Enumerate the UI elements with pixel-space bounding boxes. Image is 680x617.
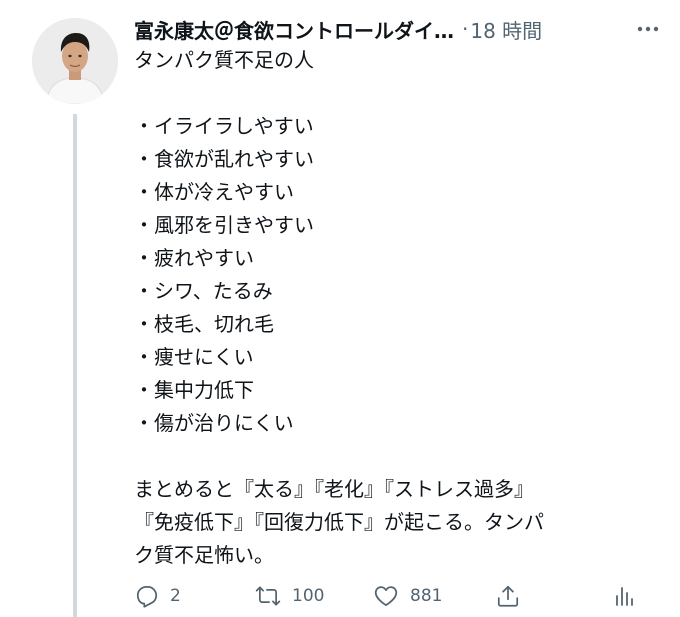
- symptom-item: ・集中力低下: [134, 378, 254, 402]
- retweet-icon: [255, 586, 281, 606]
- summary-line: ク質不足怖い。: [134, 543, 274, 567]
- share-button[interactable]: [495, 578, 521, 614]
- reply-button[interactable]: 2: [134, 578, 181, 614]
- symptom-item: ・痩せにくい: [134, 345, 254, 369]
- avatar-photo: [32, 18, 118, 104]
- symptom-item: ・枝毛、切れ毛: [134, 312, 274, 336]
- analytics-button[interactable]: [612, 578, 636, 614]
- retweet-button[interactable]: 100: [254, 578, 324, 614]
- reply-icon: [136, 586, 158, 608]
- symptom-item: ・イライラしやすい: [134, 114, 314, 138]
- heart-icon: [374, 586, 398, 607]
- tweet-timestamp[interactable]: 18 時間: [470, 15, 542, 44]
- header-separator: ·: [462, 17, 469, 41]
- tweet-header: 富永康太＠食欲コントロールダイ… · 18 時間: [134, 12, 670, 46]
- more-dots-icon: [637, 26, 659, 32]
- tweet-action-bar: 2 100 881: [134, 578, 654, 614]
- more-options-button[interactable]: [634, 18, 662, 40]
- like-button[interactable]: 881: [372, 578, 442, 614]
- retweet-count: 100: [292, 586, 325, 606]
- symptom-item: ・傷が治りにくい: [134, 411, 294, 435]
- symptom-item: ・疲れやすい: [134, 246, 254, 270]
- avatar[interactable]: [32, 18, 118, 104]
- symptom-item: ・体が冷えやすい: [134, 180, 294, 204]
- reply-count: 2: [170, 586, 181, 606]
- thread-connector-line: [73, 114, 77, 617]
- summary-line: 『免疫低下』『回復力低下』が起こる。タンパ: [134, 510, 544, 534]
- tweet-text: タンパク質不足の人 ・イライラしやすい ・食欲が乱れやすい ・体が冷えやすい ・…: [134, 44, 654, 572]
- summary-line: まとめると『太る』『老化』『ストレス過多』: [134, 477, 534, 501]
- symptom-item: ・食欲が乱れやすい: [134, 147, 314, 171]
- author-name[interactable]: 富永康太＠食欲コントロールダイ…: [134, 15, 454, 44]
- tweet-title-line: タンパク質不足の人: [134, 48, 314, 72]
- like-count: 881: [410, 586, 443, 606]
- analytics-icon: [616, 587, 633, 606]
- symptom-item: ・シワ、たるみ: [134, 279, 273, 303]
- share-icon: [497, 585, 519, 607]
- symptom-item: ・風邪を引きやすい: [134, 213, 314, 237]
